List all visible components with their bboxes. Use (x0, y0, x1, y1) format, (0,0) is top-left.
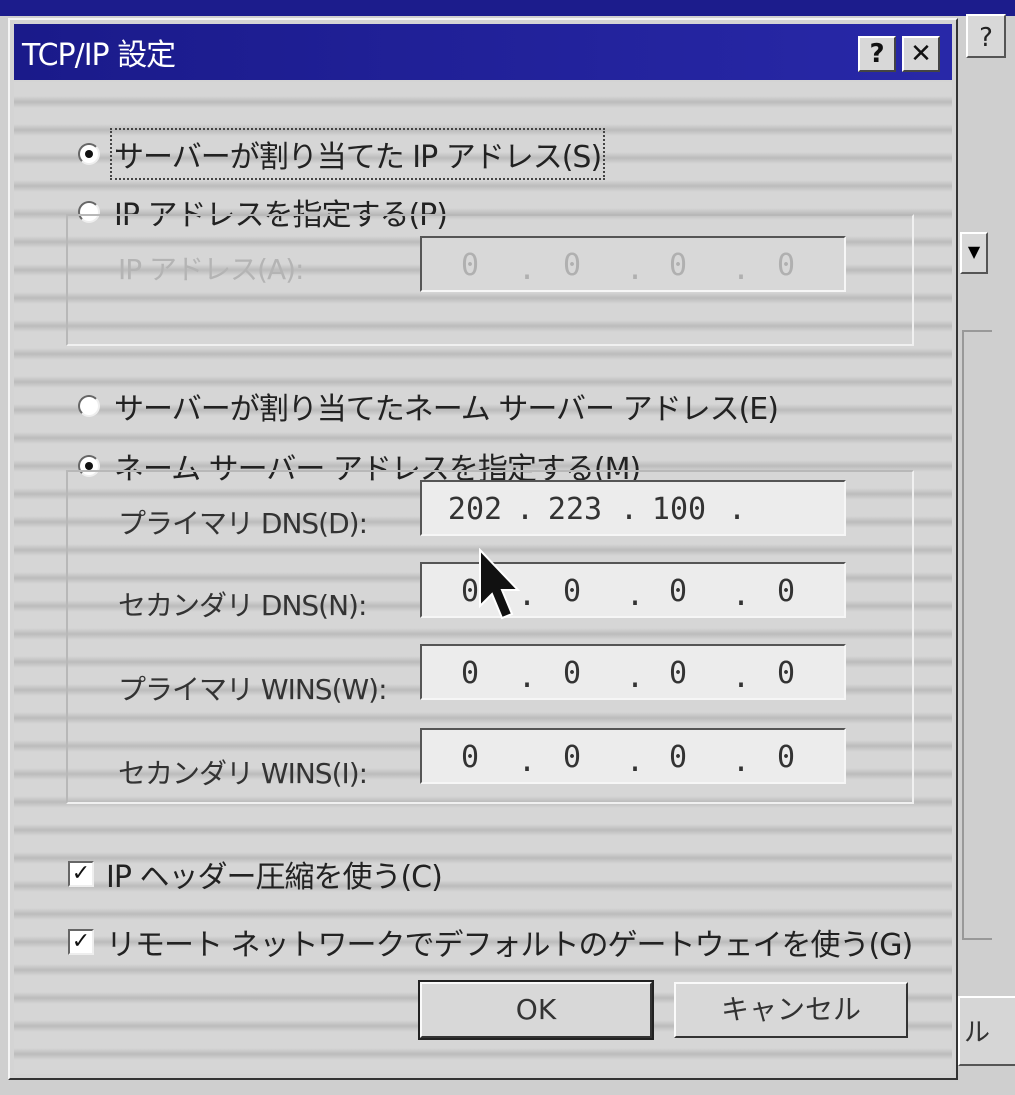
primary-dns-dot-3: . (728, 492, 747, 527)
primary-dns-label: プライマリ DNS(D): (118, 507, 368, 540)
ip-dot-3: . (732, 252, 751, 287)
radio-dns-server-assigned-label: サーバーが割り当てたネーム サーバー アドレス(E) (114, 392, 779, 427)
primary-wins-field[interactable]: 0 . 0 . 0 . 0 (420, 644, 846, 700)
radio-ip-server-assigned[interactable]: サーバーが割り当てた IP アドレス(S) (78, 128, 606, 180)
ok-button[interactable]: OK (420, 982, 652, 1038)
help-button[interactable]: ? (858, 36, 896, 72)
ip-dot-1: . (518, 252, 537, 287)
primary-dns-octet-3: 100 (651, 492, 707, 527)
radio-ip-server-assigned-label: サーバーが割り当てた IP アドレス(S) (109, 128, 606, 180)
secondary-wins-octet-3: 0 (668, 740, 688, 775)
close-icon: ✕ (910, 39, 932, 69)
secondary-wins-label: セカンダリ WINS(I): (118, 757, 368, 790)
primary-wins-octet-1: 0 (460, 656, 480, 691)
primary-wins-octet-2: 0 (562, 656, 582, 691)
ip-dot-2: . (626, 252, 645, 287)
primary-dns-octet-1: 202 (447, 492, 503, 527)
background-button[interactable]: ル (958, 996, 1015, 1066)
background-help-button[interactable]: ? (966, 14, 1006, 58)
background-dropdown-arrow[interactable]: ▼ (960, 232, 988, 274)
primary-wins-octet-3: 0 (668, 656, 688, 691)
secondary-wins-octet-4: 0 (776, 740, 796, 775)
secondary-wins-octet-2: 0 (562, 740, 582, 775)
primary-dns-octet-2: 223 (547, 492, 603, 527)
ip-octet-1: 0 (460, 248, 480, 283)
primary-wins-dot-2: . (626, 660, 645, 695)
primary-dns-dot-2: . (620, 492, 639, 527)
dialog-title: TCP/IP 設定 (22, 38, 176, 73)
secondary-dns-octet-4: 0 (776, 574, 796, 609)
close-button[interactable]: ✕ (902, 36, 940, 72)
secondary-wins-field[interactable]: 0 . 0 . 0 . 0 (420, 728, 846, 784)
primary-dns-dot-1: . (516, 492, 535, 527)
secondary-dns-label: セカンダリ DNS(N): (118, 589, 367, 622)
primary-dns-field[interactable]: 202 . 223 . 100 . (420, 480, 846, 536)
secondary-wins-dot-3: . (732, 744, 751, 779)
secondary-wins-dot-1: . (518, 744, 537, 779)
ip-header-compression-checkbox[interactable]: ✓ IP ヘッダー圧縮を使う(C) (68, 852, 443, 896)
check-icon[interactable]: ✓ (68, 929, 94, 955)
cancel-button[interactable]: キャンセル (674, 982, 908, 1038)
ip-octet-4: 0 (776, 248, 796, 283)
secondary-wins-octet-1: 0 (460, 740, 480, 775)
background-panel (962, 330, 992, 940)
primary-wins-dot-1: . (518, 660, 537, 695)
radio-ip-server-assigned-button[interactable] (78, 143, 100, 165)
background-titlebar (0, 0, 1015, 16)
dialog-titlebar: TCP/IP 設定 ? ✕ (14, 24, 952, 80)
ip-address-label: IP アドレス(A): (118, 253, 304, 286)
ip-address-field[interactable]: 0 . 0 . 0 . 0 (420, 236, 846, 292)
radio-dns-server-assigned-button[interactable] (78, 395, 100, 417)
default-gateway-label: リモート ネットワークでデフォルトのゲートウェイを使う(G) (106, 928, 913, 963)
default-gateway-checkbox[interactable]: ✓ リモート ネットワークでデフォルトのゲートウェイを使う(G) (68, 920, 913, 964)
secondary-wins-dot-2: . (626, 744, 645, 779)
secondary-dns-octet-3: 0 (668, 574, 688, 609)
ip-octet-3: 0 (668, 248, 688, 283)
primary-wins-octet-4: 0 (776, 656, 796, 691)
radio-dns-server-assigned[interactable]: サーバーが割り当てたネーム サーバー アドレス(E) (78, 384, 779, 428)
primary-wins-label: プライマリ WINS(W): (118, 673, 388, 706)
secondary-dns-octet-2: 0 (562, 574, 582, 609)
primary-wins-dot-3: . (732, 660, 751, 695)
help-icon: ? (869, 39, 885, 69)
ip-header-compression-label: IP ヘッダー圧縮を使う(C) (106, 860, 443, 895)
check-icon[interactable]: ✓ (68, 861, 94, 887)
mouse-cursor-icon (479, 548, 521, 620)
ip-octet-2: 0 (562, 248, 582, 283)
secondary-dns-dot-2: . (626, 578, 645, 613)
secondary-dns-dot-3: . (732, 578, 751, 613)
